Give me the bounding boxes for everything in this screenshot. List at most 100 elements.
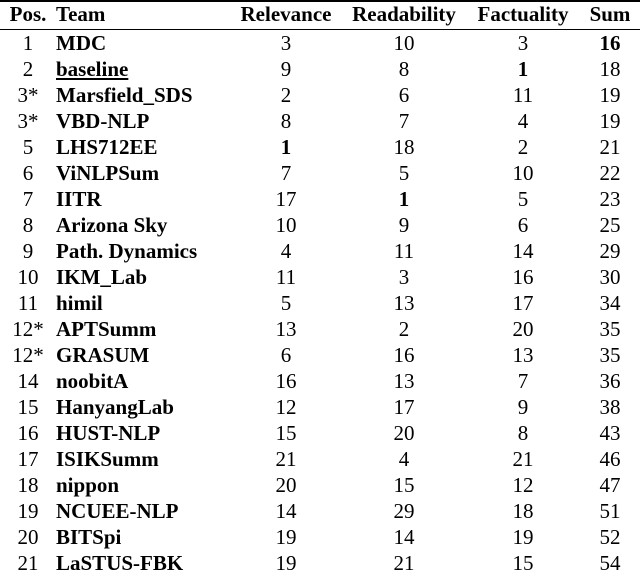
cell-sum: 46 [580,446,640,472]
cell-readability: 21 [342,550,466,576]
cell-readability: 7 [342,108,466,134]
cell-readability: 20 [342,420,466,446]
cell-sum: 38 [580,394,640,420]
cell-factuality: 20 [466,316,580,342]
cell-relevance: 1 [230,134,342,160]
cell-sum: 21 [580,134,640,160]
cell-sum: 29 [580,238,640,264]
table-row: 20BITSpi19141952 [0,524,640,550]
cell-pos: 10 [0,264,56,290]
cell-pos: 1 [0,30,56,57]
cell-team: Path. Dynamics [56,238,230,264]
cell-pos: 17 [0,446,56,472]
cell-readability: 11 [342,238,466,264]
cell-pos: 9 [0,238,56,264]
column-header-sum: Sum [580,1,640,30]
cell-relevance: 3 [230,30,342,57]
table-header-row: Pos. Team Relevance Readability Factuali… [0,1,640,30]
table-row: 12*APTSumm1322035 [0,316,640,342]
cell-sum: 34 [580,290,640,316]
cell-pos: 5 [0,134,56,160]
cell-relevance: 16 [230,368,342,394]
cell-relevance: 8 [230,108,342,134]
cell-readability: 9 [342,212,466,238]
table-row: 18nippon20151247 [0,472,640,498]
cell-relevance: 2 [230,82,342,108]
cell-pos: 20 [0,524,56,550]
cell-relevance: 15 [230,420,342,446]
cell-sum: 25 [580,212,640,238]
cell-relevance: 21 [230,446,342,472]
table-row: 17ISIKSumm2142146 [0,446,640,472]
cell-factuality: 18 [466,498,580,524]
cell-readability: 3 [342,264,466,290]
cell-factuality: 9 [466,394,580,420]
cell-sum: 43 [580,420,640,446]
table-row: 10IKM_Lab1131630 [0,264,640,290]
cell-team: IKM_Lab [56,264,230,290]
cell-factuality: 17 [466,290,580,316]
table-row: 15HanyangLab1217938 [0,394,640,420]
cell-sum: 35 [580,342,640,368]
cell-readability: 6 [342,82,466,108]
cell-pos: 14 [0,368,56,394]
cell-factuality: 12 [466,472,580,498]
cell-pos: 8 [0,212,56,238]
table-body: 1MDC3103162baseline981183*Marsfield_SDS2… [0,30,640,576]
cell-factuality: 16 [466,264,580,290]
table-row: 9Path. Dynamics4111429 [0,238,640,264]
cell-readability: 10 [342,30,466,57]
cell-team: noobitA [56,368,230,394]
cell-factuality: 3 [466,30,580,57]
cell-relevance: 6 [230,342,342,368]
cell-relevance: 13 [230,316,342,342]
table-row: 3*Marsfield_SDS261119 [0,82,640,108]
cell-team: HanyangLab [56,394,230,420]
cell-readability: 18 [342,134,466,160]
column-header-pos: Pos. [0,1,56,30]
table-row: 3*VBD-NLP87419 [0,108,640,134]
cell-factuality: 19 [466,524,580,550]
cell-readability: 14 [342,524,466,550]
cell-readability: 5 [342,160,466,186]
cell-relevance: 4 [230,238,342,264]
table-row: 7IITR171523 [0,186,640,212]
cell-readability: 15 [342,472,466,498]
table-row: 14noobitA1613736 [0,368,640,394]
cell-relevance: 10 [230,212,342,238]
cell-relevance: 17 [230,186,342,212]
table-header: Pos. Team Relevance Readability Factuali… [0,1,640,30]
cell-pos: 2 [0,56,56,82]
cell-team: Arizona Sky [56,212,230,238]
cell-team: GRASUM [56,342,230,368]
leaderboard-table: Pos. Team Relevance Readability Factuali… [0,0,640,576]
cell-factuality: 13 [466,342,580,368]
cell-factuality: 8 [466,420,580,446]
table-row: 12*GRASUM6161335 [0,342,640,368]
cell-pos: 12* [0,316,56,342]
cell-relevance: 14 [230,498,342,524]
cell-readability: 1 [342,186,466,212]
cell-relevance: 19 [230,550,342,576]
cell-readability: 2 [342,316,466,342]
cell-team: BITSpi [56,524,230,550]
cell-pos: 6 [0,160,56,186]
cell-factuality: 4 [466,108,580,134]
cell-pos: 15 [0,394,56,420]
cell-team: ViNLPSum [56,160,230,186]
cell-readability: 16 [342,342,466,368]
cell-readability: 29 [342,498,466,524]
cell-factuality: 5 [466,186,580,212]
cell-sum: 22 [580,160,640,186]
cell-pos: 19 [0,498,56,524]
cell-readability: 4 [342,446,466,472]
column-header-team: Team [56,1,230,30]
cell-pos: 21 [0,550,56,576]
table-row: 19NCUEE-NLP14291851 [0,498,640,524]
cell-pos: 3* [0,82,56,108]
table-row: 21LaSTUS-FBK19211554 [0,550,640,576]
column-header-readability: Readability [342,1,466,30]
cell-sum: 36 [580,368,640,394]
table-row: 2baseline98118 [0,56,640,82]
cell-factuality: 14 [466,238,580,264]
